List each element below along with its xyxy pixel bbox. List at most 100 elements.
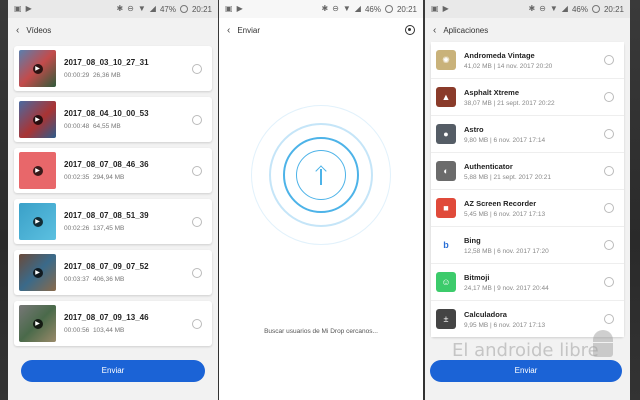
video-duration: 00:03:37: [64, 276, 90, 283]
video-size: 137,45 MB: [92, 225, 125, 232]
app-icon: ☺: [436, 272, 456, 292]
app-icon: ▲: [436, 87, 456, 107]
video-size: 294,94 MB: [92, 174, 125, 181]
select-radio[interactable]: [604, 277, 614, 287]
app-icon: b: [436, 235, 456, 255]
app-name: Bitmoji: [464, 272, 490, 282]
video-thumbnail: ▶: [19, 152, 56, 189]
scan-icon[interactable]: [405, 25, 415, 35]
battery-icon: [179, 5, 188, 13]
play-store-icon: ▶: [25, 4, 32, 13]
minus-icon: ⊖: [539, 4, 546, 13]
page-title: Enviar: [237, 25, 261, 35]
signal-icon: ◢: [149, 4, 156, 13]
video-thumbnail: ▶: [19, 50, 56, 87]
clock: 20:21: [191, 4, 212, 14]
select-radio[interactable]: [604, 203, 614, 213]
wifi-icon: ▼: [549, 4, 558, 13]
app-bar: ‹ Enviar: [219, 18, 423, 42]
video-thumbnail: ▶: [19, 101, 56, 138]
send-button[interactable]: Enviar: [21, 360, 205, 382]
app-icon: ●: [436, 124, 456, 144]
play-icon: ▶: [32, 318, 43, 329]
select-radio[interactable]: [604, 55, 614, 65]
battery-percent: 46%: [571, 4, 588, 14]
video-size: 103,44 MB: [92, 327, 125, 334]
video-name: 2017_08_07_09_13_46: [64, 313, 149, 322]
video-duration: 00:02:26: [64, 225, 90, 232]
video-item[interactable]: ▶ 2017_08_07_08_46_36 00:02:35 294,94 MB: [14, 148, 212, 193]
select-radio[interactable]: [192, 318, 202, 329]
status-bar: ▣ ▶ ✱ ⊖ ▼ ◢ 47% 20:21: [8, 0, 218, 18]
clock: 20:21: [396, 4, 417, 14]
app-meta: 9,95 MB | 6 nov. 2017 17:13: [464, 321, 546, 329]
send-screen: ▣ ▶ ✱ ⊖ ▼ ◢ 46% 20:21 ‹ Enviar Buscar us…: [219, 0, 423, 400]
play-icon: ▶: [32, 267, 43, 278]
back-arrow-icon[interactable]: ‹: [433, 25, 436, 36]
app-bar: ‹ Aplicaciones: [425, 18, 630, 42]
video-thumbnail: ▶: [19, 203, 56, 240]
video-name: 2017_08_07_08_46_36: [64, 160, 149, 169]
play-icon: ▶: [32, 165, 43, 176]
select-radio[interactable]: [192, 267, 202, 278]
select-radio[interactable]: [604, 240, 614, 250]
app-icon: ±: [436, 309, 456, 329]
bluetooth-icon: ✱: [321, 4, 329, 13]
video-name: 2017_08_07_08_51_39: [64, 211, 149, 220]
app-item[interactable]: ✺ Andromeda Vintage 41,02 MB | 14 nov. 20…: [431, 42, 624, 79]
play-store-icon: ▶: [236, 4, 243, 13]
app-list: ✺ Andromeda Vintage 41,02 MB | 14 nov. 20…: [431, 42, 624, 337]
select-radio[interactable]: [604, 166, 614, 176]
app-item[interactable]: ▲ Asphalt Xtreme 38,07 MB | 21 sept. 2017…: [431, 79, 624, 116]
app-meta: 9,80 MB | 6 nov. 2017 17:14: [464, 136, 546, 144]
battery-icon: [591, 5, 600, 13]
videos-screen: ▣ ▶ ✱ ⊖ ▼ ◢ 47% 20:21 ‹ Vídeos ▶ 2017_08…: [8, 0, 218, 400]
status-bar: ▣ ▶ ✱ ⊖ ▼ ◢ 46% 20:21: [219, 0, 423, 18]
video-duration: 00:00:56: [64, 327, 90, 334]
video-item[interactable]: ▶ 2017_08_07_08_51_39 00:02:26 137,45 MB: [14, 199, 212, 244]
app-name: Calculadora: [464, 309, 507, 319]
select-radio[interactable]: [604, 314, 614, 324]
video-item[interactable]: ▶ 2017_08_03_10_27_31 00:00:29 26,36 MB: [14, 46, 212, 91]
battery-percent: 47%: [159, 4, 176, 14]
play-store-icon: ▶: [442, 4, 449, 13]
video-item[interactable]: ▶ 2017_08_04_10_00_53 00:00:48 64,55 MB: [14, 97, 212, 142]
app-meta: 12,58 MB | 6 nov. 2017 17:20: [464, 247, 549, 255]
app-item[interactable]: ■ AZ Screen Recorder 5,45 MB | 6 nov. 201…: [431, 190, 624, 227]
video-name: 2017_08_04_10_00_53: [64, 109, 149, 118]
app-item[interactable]: b Bing 12,58 MB | 6 nov. 2017 17:20: [431, 227, 624, 264]
status-bar: ▣ ▶ ✱ ⊖ ▼ ◢ 46% 20:21: [425, 0, 630, 18]
notification-icon: ▣: [431, 4, 439, 13]
app-icon: ✺: [436, 50, 456, 70]
app-name: Authenticator: [464, 161, 513, 171]
video-size: 406,36 MB: [92, 276, 125, 283]
app-item[interactable]: ◐ Authenticator 5,88 MB | 21 sept. 2017 2…: [431, 153, 624, 190]
signal-icon: ◢: [561, 4, 568, 13]
wifi-icon: ▼: [137, 4, 146, 13]
video-item[interactable]: ▶ 2017_08_07_09_07_52 00:03:37 406,36 MB: [14, 250, 212, 295]
select-radio[interactable]: [192, 216, 202, 227]
video-size: 26,36 MB: [92, 72, 121, 79]
watermark-text: El androide libre: [452, 340, 599, 361]
select-radio[interactable]: [604, 129, 614, 139]
app-meta: 5,45 MB | 6 nov. 2017 17:13: [464, 210, 546, 218]
play-icon: ▶: [32, 114, 43, 125]
send-button[interactable]: Enviar: [430, 360, 622, 382]
video-item[interactable]: ▶ 2017_08_07_09_13_46 00:00:56 103,44 MB: [14, 301, 212, 346]
select-radio[interactable]: [192, 63, 202, 74]
video-name: 2017_08_07_09_07_52: [64, 262, 149, 271]
clock: 20:21: [603, 4, 624, 14]
minus-icon: ⊖: [127, 4, 134, 13]
video-list: ▶ 2017_08_03_10_27_31 00:00:29 26,36 MB ▶…: [8, 46, 218, 346]
app-item[interactable]: ● Astro 9,80 MB | 6 nov. 2017 17:14: [431, 116, 624, 153]
select-radio[interactable]: [604, 92, 614, 102]
app-name: Asphalt Xtreme: [464, 87, 520, 97]
video-duration: 00:00:29: [64, 72, 90, 79]
back-arrow-icon[interactable]: ‹: [16, 25, 19, 36]
select-radio[interactable]: [192, 114, 202, 125]
back-arrow-icon[interactable]: ‹: [227, 25, 230, 36]
app-item[interactable]: ☺ Bitmoji 24,17 MB | 9 nov. 2017 20:44: [431, 264, 624, 301]
minus-icon: ⊖: [332, 4, 339, 13]
select-radio[interactable]: [192, 165, 202, 176]
app-meta: 38,07 MB | 21 sept. 2017 20:22: [464, 99, 555, 107]
